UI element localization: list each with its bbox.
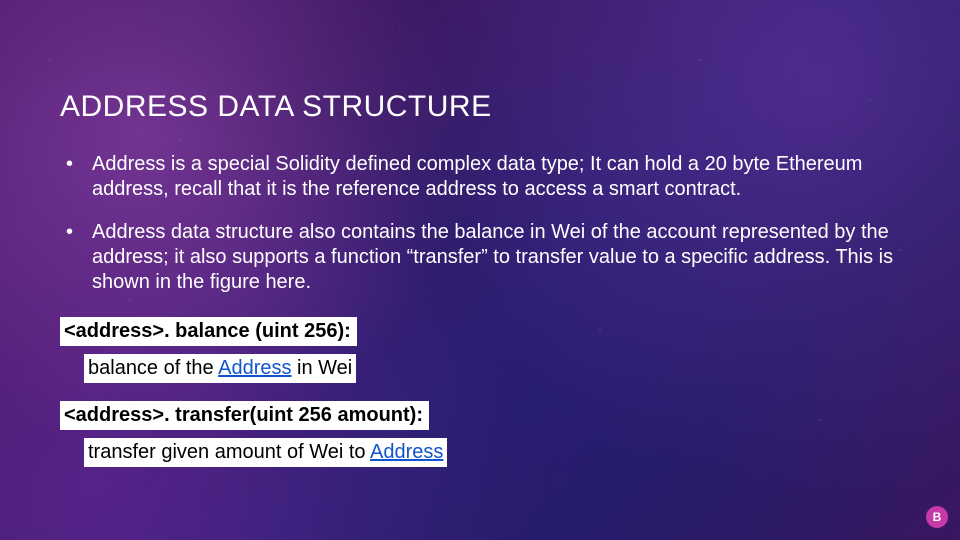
address-link[interactable]: Address	[370, 441, 443, 463]
slide: ADDRESS DATA STRUCTURE Address is a spec…	[0, 0, 960, 540]
code-description: balance of the Address in Wei	[84, 354, 356, 383]
desc-text: in Wei	[291, 357, 352, 379]
desc-text: balance of the	[88, 357, 218, 379]
address-link[interactable]: Address	[218, 357, 291, 379]
code-signature: <address>. balance (uint 256):	[60, 317, 357, 346]
code-signature: <address>. transfer(uint 256 amount):	[60, 401, 429, 430]
bullet-list: Address is a special Solidity defined co…	[60, 152, 900, 295]
badge-icon: B	[926, 506, 948, 528]
bullet-item: Address is a special Solidity defined co…	[60, 152, 900, 202]
code-block-2: <address>. transfer(uint 256 amount): tr…	[60, 397, 900, 467]
code-block-1: <address>. balance (uint 256): balance o…	[60, 313, 900, 383]
code-description: transfer given amount of Wei to Address	[84, 438, 447, 467]
desc-text: transfer given amount of Wei to	[88, 441, 370, 463]
bullet-item: Address data structure also contains the…	[60, 220, 900, 295]
slide-title: ADDRESS DATA STRUCTURE	[60, 90, 900, 124]
